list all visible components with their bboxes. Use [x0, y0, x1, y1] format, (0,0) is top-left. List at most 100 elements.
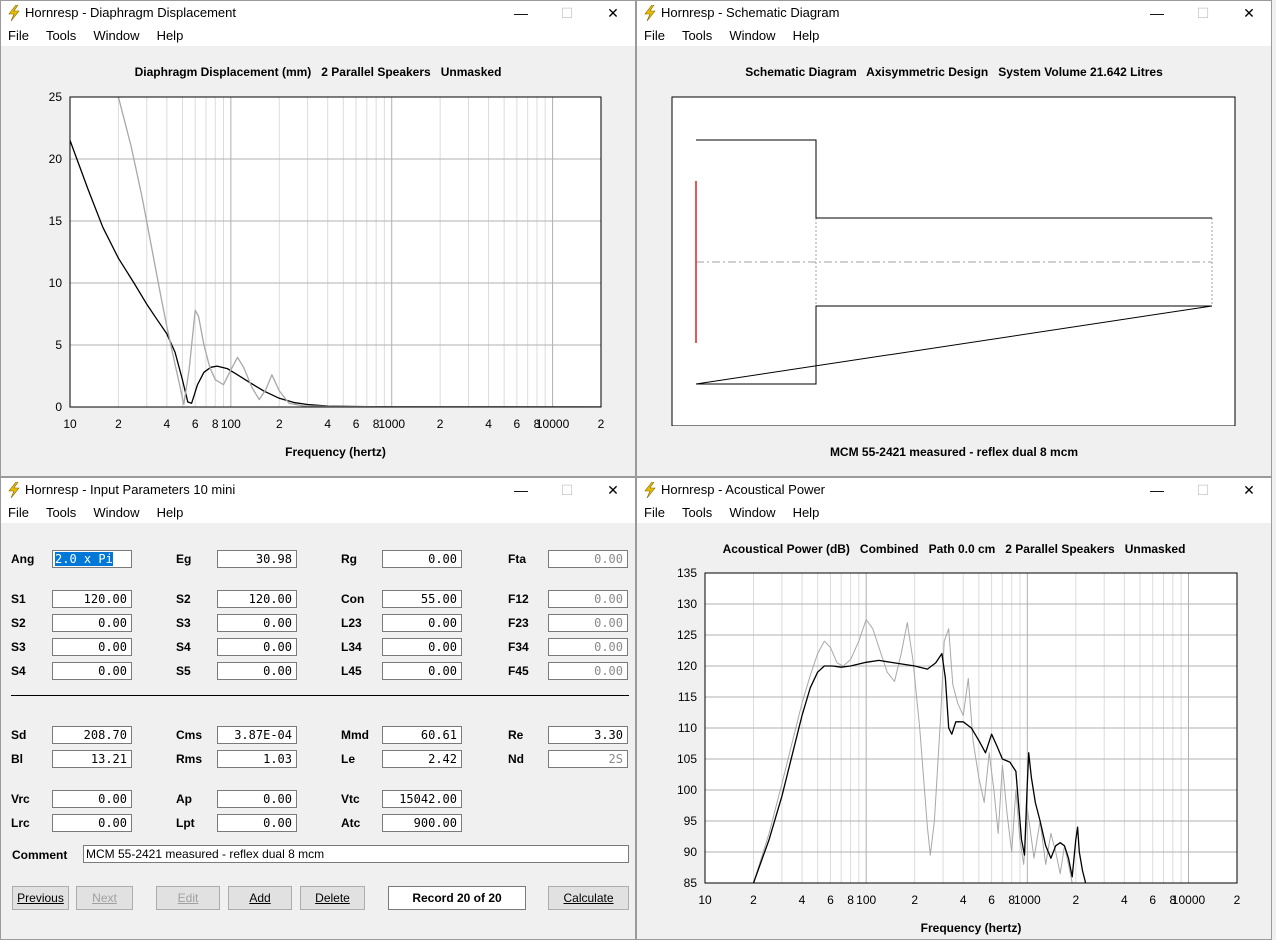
param-input-s5[interactable]: 0.00 [217, 662, 297, 680]
param-label-atc: Atc [341, 816, 361, 830]
y-tick-label: 130 [677, 597, 697, 611]
menu-tools[interactable]: Tools [675, 25, 718, 43]
x-tick-label: 100 [221, 417, 241, 431]
param-label-f45: F45 [508, 664, 529, 678]
param-input-bl[interactable]: 13.21 [52, 750, 132, 768]
menu-file[interactable]: File [637, 502, 671, 520]
minimize-button[interactable]: — [498, 1, 544, 25]
x-tick-label: 6 [353, 417, 360, 431]
y-tick-label: 10 [49, 276, 63, 290]
y-tick-label: 95 [684, 814, 698, 828]
param-input-lrc[interactable]: 0.00 [52, 814, 132, 832]
param-input-con[interactable]: 55.00 [382, 590, 462, 608]
y-tick-label: 120 [677, 659, 697, 673]
minimize-button[interactable]: — [1134, 1, 1180, 25]
param-input-f23[interactable]: 0.00 [548, 614, 628, 632]
menu-file[interactable]: File [1, 502, 35, 520]
param-label-s1: S1 [11, 592, 26, 606]
menu-tools[interactable]: Tools [39, 502, 82, 520]
calculate-button[interactable]: Calculate [548, 886, 629, 910]
param-input-s4[interactable]: 0.00 [52, 662, 132, 680]
param-label-l23: L23 [341, 616, 362, 630]
title-bar[interactable]: Hornresp - Schematic Diagram — ☐ ✕ [637, 1, 1271, 25]
param-input-eg[interactable]: 30.98 [217, 550, 297, 568]
title-bar[interactable]: Hornresp - Input Parameters 10 mini — ☐ … [1, 478, 635, 502]
x-tick-label: 4 [324, 417, 331, 431]
param-input-l45[interactable]: 0.00 [382, 662, 462, 680]
param-input-rg[interactable]: 0.00 [382, 550, 462, 568]
param-label-s4: S4 [176, 640, 191, 654]
schematic-diagram [671, 96, 1236, 426]
param-input-s3[interactable]: 0.00 [52, 638, 132, 656]
close-button[interactable]: ✕ [1226, 478, 1271, 502]
param-input-s3[interactable]: 0.00 [217, 614, 297, 632]
param-label-eg: Eg [176, 552, 192, 566]
x-tick-label: 2 [115, 417, 122, 431]
param-input-s1[interactable]: 120.00 [52, 590, 132, 608]
param-label-re: Re [508, 728, 524, 742]
param-input-le[interactable]: 2.42 [382, 750, 462, 768]
close-button[interactable]: ✕ [590, 1, 635, 25]
param-label-s3: S3 [11, 640, 26, 654]
menu-help[interactable]: Help [150, 502, 190, 520]
maximize-button: ☐ [560, 5, 574, 21]
minimize-button[interactable]: — [1134, 478, 1180, 502]
previous-button[interactable]: Previous [12, 886, 69, 910]
menu-window[interactable]: Window [86, 502, 145, 520]
param-input-cms[interactable]: 3.87E-04 [217, 726, 297, 744]
param-input-f45[interactable]: 0.00 [548, 662, 628, 680]
param-input-re[interactable]: 3.30 [548, 726, 628, 744]
maximize-button: ☐ [560, 482, 574, 498]
menu-help[interactable]: Help [786, 502, 826, 520]
param-input-f12[interactable]: 0.00 [548, 590, 628, 608]
param-input-s2[interactable]: 0.00 [52, 614, 132, 632]
displacement-content: Diaphragm Displacement (mm) 2 Parallel S… [1, 46, 635, 476]
add-button[interactable]: Add [228, 886, 292, 910]
param-input-lpt[interactable]: 0.00 [217, 814, 297, 832]
menu-window[interactable]: Window [722, 25, 781, 43]
plot-area [70, 97, 601, 407]
diagram-caption: MCM 55-2421 measured - reflex dual 8 mcm [829, 445, 1079, 459]
close-button[interactable]: ✕ [1226, 1, 1271, 25]
maximize-button: ☐ [1196, 5, 1210, 21]
title-bar[interactable]: Hornresp - Diaphragm Displacement — ☐ ✕ [1, 1, 635, 25]
menu-help[interactable]: Help [150, 25, 190, 43]
comment-input[interactable]: MCM 55-2421 measured - reflex dual 8 mcm [83, 845, 629, 863]
close-button[interactable]: ✕ [590, 478, 635, 502]
acoustical-power-window: Hornresp - Acoustical Power — ☐ ✕ File To… [636, 477, 1272, 940]
menu-tools[interactable]: Tools [39, 25, 82, 43]
param-label-s4: S4 [11, 664, 26, 678]
maximize-button: ☐ [1196, 482, 1210, 498]
param-label-f34: F34 [508, 640, 529, 654]
menu-tools[interactable]: Tools [675, 502, 718, 520]
title-bar[interactable]: Hornresp - Acoustical Power — ☐ ✕ [637, 478, 1271, 502]
minimize-button[interactable]: — [498, 478, 544, 502]
param-input-vrc[interactable]: 0.00 [52, 790, 132, 808]
x-tick-label: 6 [192, 417, 199, 431]
param-input-nd[interactable]: 2S [548, 750, 628, 768]
param-label-f23: F23 [508, 616, 529, 630]
param-input-ap[interactable]: 0.00 [217, 790, 297, 808]
param-label-fta: Fta [508, 552, 526, 566]
param-input-atc[interactable]: 900.00 [382, 814, 462, 832]
menu-file[interactable]: File [1, 25, 35, 43]
param-input-ang[interactable]: 2.0 x Pi [52, 550, 132, 568]
param-input-f34[interactable]: 0.00 [548, 638, 628, 656]
menu-help[interactable]: Help [786, 25, 826, 43]
menu-window[interactable]: Window [722, 502, 781, 520]
window-title: Hornresp - Diaphragm Displacement [25, 5, 236, 20]
param-input-fta[interactable]: 0.00 [548, 550, 628, 568]
param-label-s3: S3 [176, 616, 191, 630]
param-input-vtc[interactable]: 15042.00 [382, 790, 462, 808]
param-input-l34[interactable]: 0.00 [382, 638, 462, 656]
param-input-sd[interactable]: 208.70 [52, 726, 132, 744]
param-input-rms[interactable]: 1.03 [217, 750, 297, 768]
selected-text: 2.0 x Pi [55, 552, 113, 566]
param-input-mmd[interactable]: 60.61 [382, 726, 462, 744]
param-input-s4[interactable]: 0.00 [217, 638, 297, 656]
param-input-l23[interactable]: 0.00 [382, 614, 462, 632]
menu-window[interactable]: Window [86, 25, 145, 43]
param-input-s2[interactable]: 120.00 [217, 590, 297, 608]
delete-button[interactable]: Delete [300, 886, 365, 910]
menu-file[interactable]: File [637, 25, 671, 43]
